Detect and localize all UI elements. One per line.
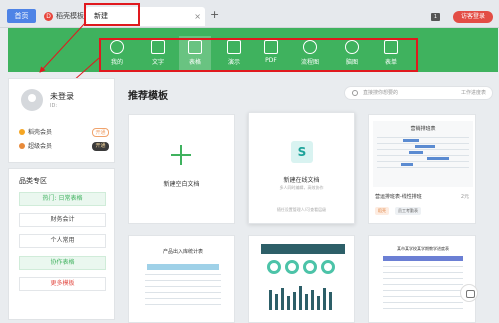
super-vip-open-button[interactable]: 开通 xyxy=(92,142,109,151)
search-input[interactable]: 直接搜你想要的 工作进度表 xyxy=(344,86,493,100)
super-vip-label: 超级会员 xyxy=(28,143,53,150)
template-thumbnail: 营销排班表 xyxy=(373,121,473,187)
search-category[interactable]: 工作进度表 xyxy=(461,87,486,100)
template-card-gantt[interactable]: 营销排班表 营运排班表-线性排班 2元 稻壳 员工考勤表 xyxy=(368,114,476,224)
template-thumbnail xyxy=(261,244,345,322)
zone-item[interactable]: 个人常用 xyxy=(19,234,106,248)
gantt-template-price: 2元 xyxy=(460,194,469,200)
template-card-dashboard[interactable] xyxy=(248,235,355,323)
category-tag: 员工考勤表 xyxy=(395,207,421,215)
category-zone: 品类专区 热门: 日常表格 财务会计个人常用协作表格更多模板 xyxy=(8,168,115,320)
template-card-inventory[interactable]: 产品出入库统计表 xyxy=(128,235,235,323)
gantt-sheet-title: 营销排班表 xyxy=(410,126,436,132)
daoke-vip-open-button[interactable]: 开通 xyxy=(92,128,109,137)
zone-item[interactable]: 财务会计 xyxy=(19,213,106,227)
daoke-tag: 稻壳 xyxy=(375,207,389,215)
vip-row-daoke: 稻壳会员 开通 xyxy=(19,128,109,138)
new-blank-label: 新建空白文档 xyxy=(163,181,200,188)
schedule-sheet-title: 某市某学校某学期教学进度表 xyxy=(397,246,449,251)
arrow-to-tab xyxy=(39,21,87,73)
zone-title: 品类专区 xyxy=(19,177,47,185)
gantt-template-name: 营运排班表-线性排班 xyxy=(375,194,422,200)
plus-icon xyxy=(171,145,191,165)
online-doc-icon: S xyxy=(291,141,313,163)
vip-label: 稻壳会员 xyxy=(28,129,53,136)
inventory-sheet-title: 产品出入库统计表 xyxy=(162,249,203,255)
new-blank-card[interactable]: 新建空白文档 xyxy=(128,114,235,224)
online-sub-1: 多人同时编辑，高效协作 xyxy=(279,185,324,190)
new-online-label: 新建在线文档 xyxy=(283,177,320,184)
template-card-schedule[interactable]: 某市某学校某学期教学进度表 xyxy=(368,235,476,323)
user-id: ID: xyxy=(50,103,58,109)
online-sub-2: 随任设置管理人/可查看层级 xyxy=(276,207,327,212)
search-icon xyxy=(352,90,358,96)
search-placeholder: 直接搜你想要的 xyxy=(363,90,399,96)
zone-item[interactable]: 协作表格 xyxy=(19,256,106,270)
avatar[interactable] xyxy=(21,89,43,111)
new-online-card[interactable]: S 新建在线文档 多人同时编辑，高效协作 随任设置管理人/可查看层级 xyxy=(248,112,355,224)
profile-panel: 未登录 ID: 稻壳会员 开通 超级会员 开通 xyxy=(8,78,115,163)
vip-row-super: 超级会员 开通 xyxy=(19,142,109,152)
feedback-icon[interactable] xyxy=(460,284,478,302)
zone-item[interactable]: 热门: 日常表格 xyxy=(19,192,106,206)
user-name[interactable]: 未登录 xyxy=(50,91,74,102)
vip-icon xyxy=(19,129,25,135)
template-thumbnail: 产品出入库统计表 xyxy=(141,242,225,322)
zone-item[interactable]: 更多模板 xyxy=(19,277,106,291)
template-thumbnail: 某市某学校某学期教学进度表 xyxy=(379,242,467,322)
super-vip-icon xyxy=(19,143,25,149)
page-title: 推荐模板 xyxy=(128,91,168,102)
